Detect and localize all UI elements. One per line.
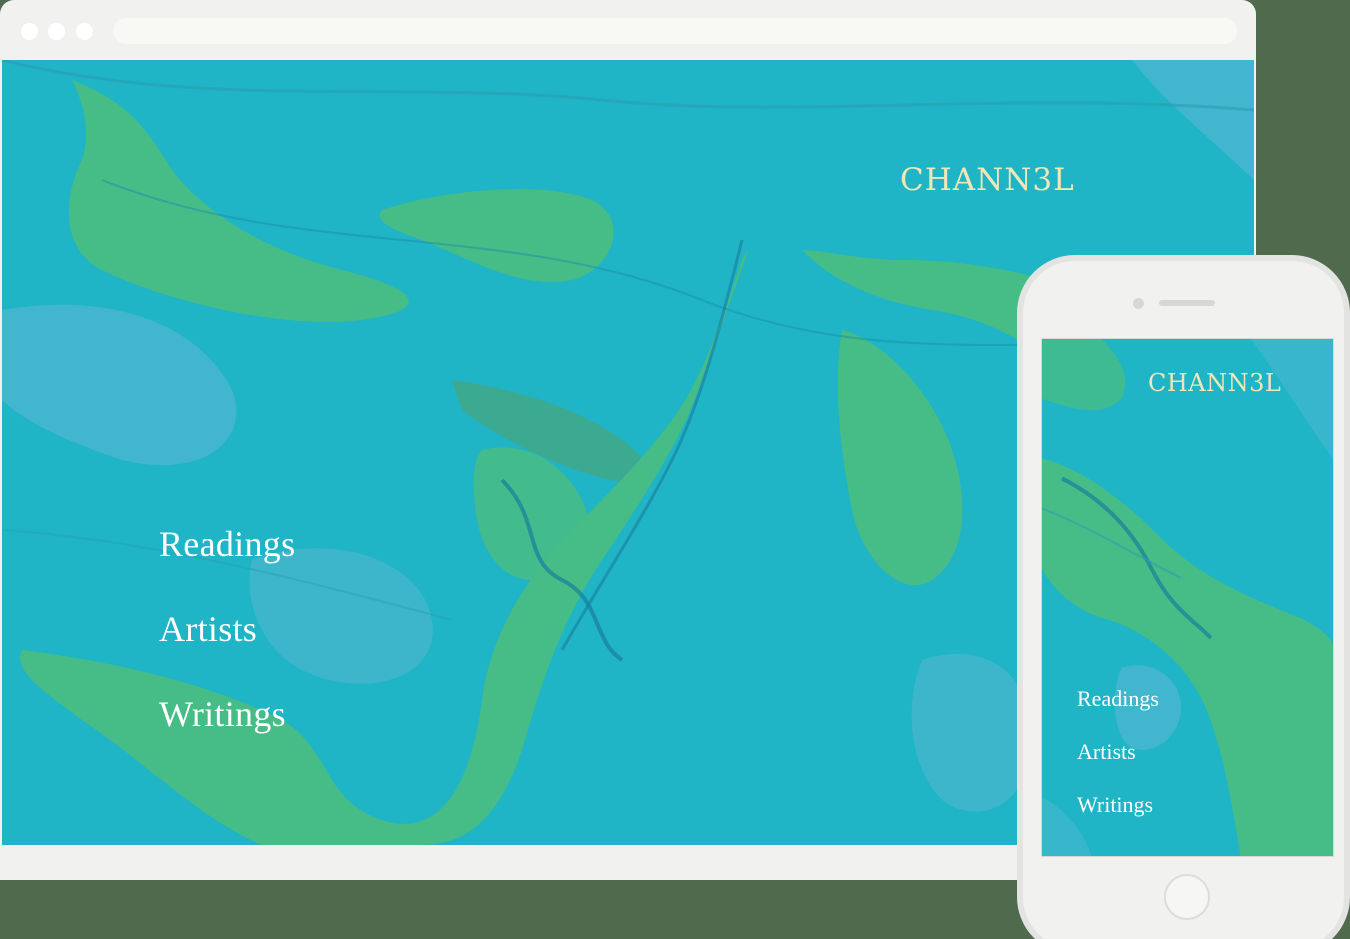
phone-mockup: CHANN3L Readings Artists Writings [1017,255,1350,939]
nav-link-artists[interactable]: Artists [159,607,295,692]
nav-link-readings[interactable]: Readings [159,522,295,607]
nav-link-writings[interactable]: Writings [159,692,295,777]
phone-speaker [1159,300,1215,306]
desktop-nav: Readings Artists Writings [159,522,295,777]
mobile-viewport: CHANN3L Readings Artists Writings [1041,338,1334,857]
window-close-dot[interactable] [21,23,38,40]
window-maximize-dot[interactable] [76,23,93,40]
brand-logo[interactable]: CHANN3L [900,162,1075,198]
address-bar[interactable] [113,18,1237,44]
phone-camera [1133,298,1144,309]
window-minimize-dot[interactable] [48,23,65,40]
phone-home-button[interactable] [1164,874,1210,920]
mobile-nav-link-writings[interactable]: Writings [1077,791,1159,844]
mobile-nav: Readings Artists Writings [1077,685,1159,844]
browser-toolbar [0,0,1256,60]
mobile-nav-link-readings[interactable]: Readings [1077,685,1159,738]
mobile-brand-logo[interactable]: CHANN3L [1148,369,1281,397]
mobile-nav-link-artists[interactable]: Artists [1077,738,1159,791]
